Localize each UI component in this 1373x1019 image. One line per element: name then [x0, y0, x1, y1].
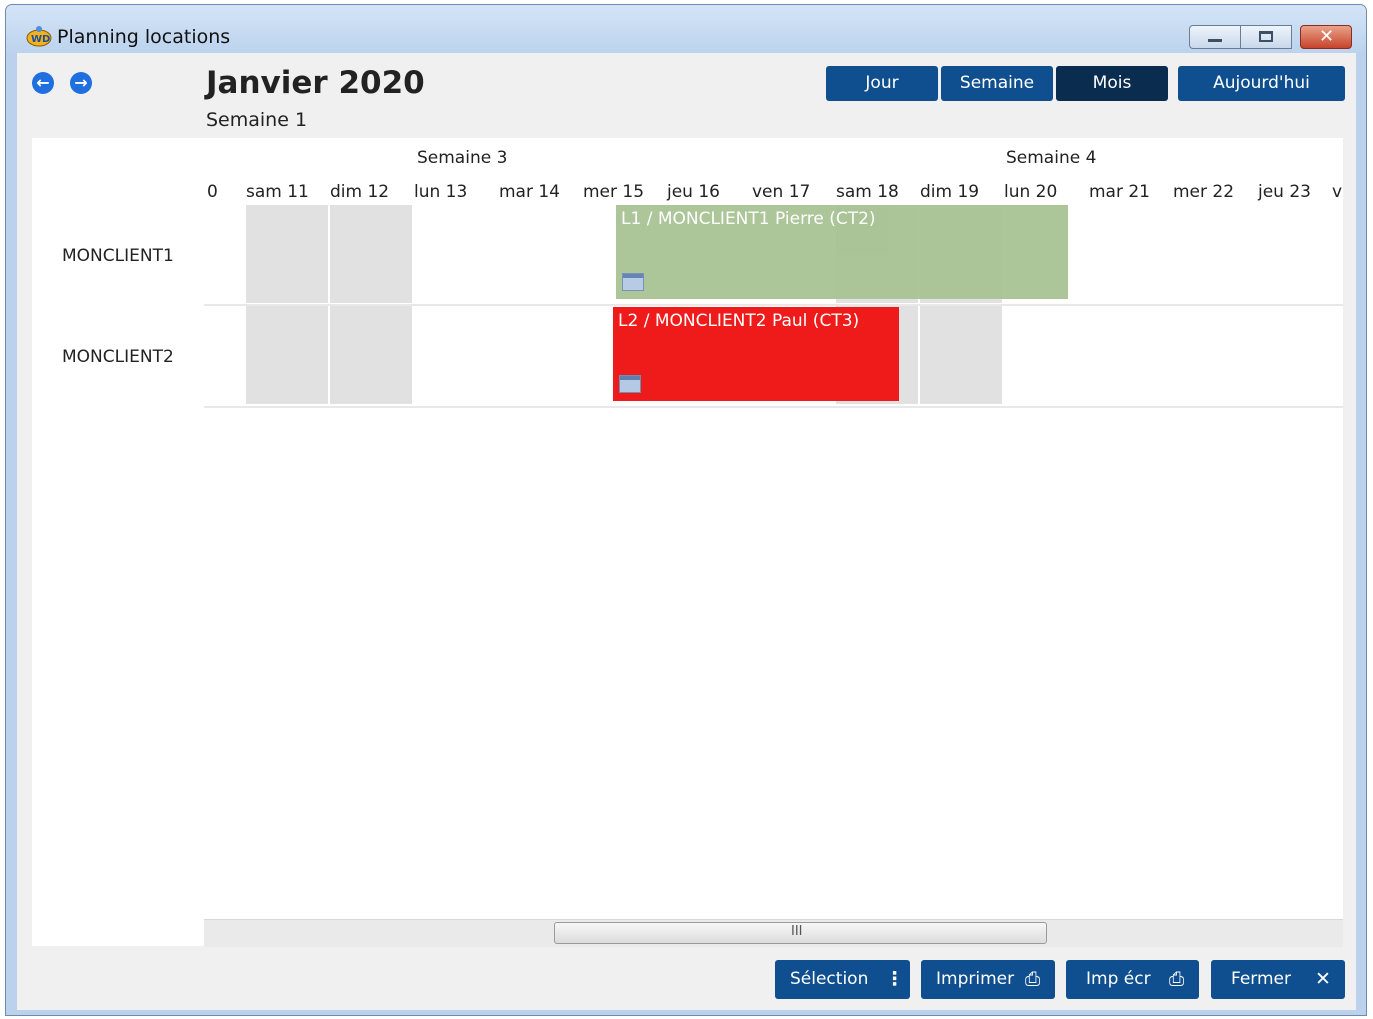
maximize-icon — [1259, 31, 1273, 42]
day-header: dim 19 — [920, 182, 980, 202]
day-header: lun 20 — [1004, 182, 1058, 202]
more-vertical-icon: ⋮ — [885, 968, 904, 990]
event-l1-monclient1[interactable]: L1 / MONCLIENT1 Pierre (CT2) — [616, 205, 1068, 299]
week-header: Semaine 3 — [417, 148, 508, 168]
day-header: mar 21 — [1089, 182, 1151, 202]
horizontal-scrollbar[interactable]: III — [204, 919, 1343, 947]
weekend-cell[interactable] — [246, 306, 328, 404]
next-period-button[interactable]: → — [70, 72, 92, 94]
app-window: WD Planning locations ✕ ← → Janvier 2020… — [5, 4, 1367, 1016]
event-label: L2 / MONCLIENT2 Paul (CT3) — [618, 311, 860, 331]
event-l2-monclient2[interactable]: L2 / MONCLIENT2 Paul (CT3) — [613, 307, 899, 401]
weekend-cell[interactable] — [920, 306, 1002, 404]
day-header: v — [1332, 182, 1343, 202]
day-header: sam 11 — [246, 182, 309, 202]
maximize-button[interactable] — [1240, 25, 1292, 49]
day-header: mer 22 — [1173, 182, 1235, 202]
day-header: 0 — [207, 182, 218, 202]
day-header: sam 18 — [836, 182, 899, 202]
print-screen-label: Imp écr — [1086, 969, 1151, 989]
app-logo-icon: WD — [26, 26, 52, 47]
day-header: lun 13 — [414, 182, 468, 202]
row-divider — [204, 304, 1343, 306]
minimize-button[interactable] — [1189, 25, 1241, 49]
row-divider — [204, 406, 1343, 408]
title-bar: WD Planning locations ✕ — [6, 5, 1366, 53]
month-title: Janvier 2020 — [206, 65, 425, 101]
view-month-button[interactable]: Mois — [1056, 66, 1168, 101]
day-header: mer 15 — [583, 182, 645, 202]
row-label-monclient2: MONCLIENT2 — [62, 347, 174, 367]
close-icon: ✕ — [1315, 968, 1331, 990]
scroll-grip-icon: III — [791, 924, 803, 939]
previous-period-button[interactable]: ← — [32, 72, 54, 94]
printer-icon: ⎙ — [1025, 968, 1041, 990]
week-header: Semaine 4 — [1006, 148, 1097, 168]
row-label-monclient1: MONCLIENT1 — [62, 246, 174, 266]
print-screen-button[interactable]: Imp écr ⎙ — [1066, 960, 1199, 999]
scrollbar-thumb[interactable]: III — [554, 922, 1047, 944]
weekend-cell[interactable] — [246, 205, 328, 303]
arrow-right-circle-icon: → — [74, 73, 88, 92]
window-title: Planning locations — [57, 26, 231, 48]
planning-grid: Semaine 3 Semaine 4 0 sam 11 dim 12 lun … — [32, 138, 1343, 947]
client-area: ← → Janvier 2020 Semaine 1 Jour Semaine … — [17, 53, 1356, 1010]
minimize-icon — [1208, 39, 1222, 42]
close-icon: ✕ — [1319, 26, 1335, 47]
event-label: L1 / MONCLIENT1 Pierre (CT2) — [621, 209, 876, 229]
week-subtitle: Semaine 1 — [206, 109, 308, 131]
svg-text:WD: WD — [31, 34, 50, 45]
print-label: Imprimer — [936, 969, 1015, 989]
view-week-button[interactable]: Semaine — [941, 66, 1053, 101]
day-header: ven 17 — [752, 182, 811, 202]
day-header: mar 14 — [499, 182, 561, 202]
weekend-cell[interactable] — [330, 306, 412, 404]
today-button[interactable]: Aujourd'hui — [1178, 66, 1345, 101]
close-label: Fermer — [1231, 969, 1292, 989]
close-button[interactable]: Fermer ✕ — [1211, 960, 1345, 999]
close-window-button[interactable]: ✕ — [1300, 25, 1352, 49]
calendar-icon — [622, 273, 644, 291]
arrow-left-circle-icon: ← — [36, 73, 50, 92]
weekend-cell[interactable] — [330, 205, 412, 303]
day-header: jeu 16 — [667, 182, 720, 202]
calendar-icon — [619, 375, 641, 393]
selection-label: Sélection — [790, 969, 869, 989]
view-day-button[interactable]: Jour — [826, 66, 938, 101]
printer-icon: ⎙ — [1169, 968, 1185, 990]
day-header: dim 12 — [330, 182, 390, 202]
selection-button[interactable]: Sélection ⋮ — [775, 960, 910, 999]
print-button[interactable]: Imprimer ⎙ — [921, 960, 1055, 999]
day-header: jeu 23 — [1258, 182, 1311, 202]
